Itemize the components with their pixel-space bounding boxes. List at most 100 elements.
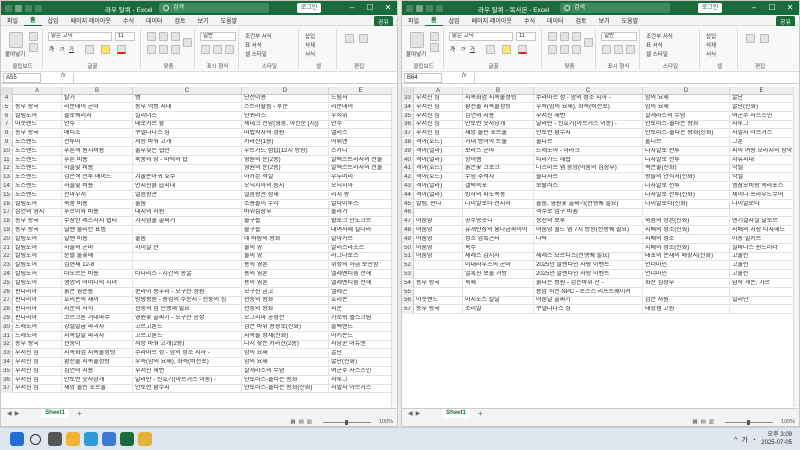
cell[interactable]: 부서진 섬: [414, 95, 463, 103]
cell[interactable]: 얼음왕관 성채: [242, 191, 329, 200]
cell[interactable]: 하이잘 산: [133, 244, 242, 253]
cell[interactable]: 줄구룹: [242, 227, 329, 235]
cell[interactable]: 부서진 해변: [534, 112, 643, 121]
row-number[interactable]: 42: [402, 174, 414, 183]
cell[interactable]: 복수: [463, 244, 534, 253]
cell[interactable]: 부서진 섬: [13, 385, 62, 394]
cell[interactable]: 세데크 전당(영웅, 아킨둔 [시]): [242, 121, 329, 130]
currency-icon[interactable]: [602, 45, 611, 54]
row-number[interactable]: 41: [402, 165, 414, 174]
sort-filter-icon[interactable]: [359, 34, 368, 43]
cell[interactable]: 동부 왕국: [414, 279, 463, 288]
cell[interactable]: 블랙핸드: [329, 323, 393, 332]
cell[interactable]: 오닉시아: [329, 183, 393, 191]
row-number[interactable]: 57: [402, 306, 414, 315]
merge-icon[interactable]: [584, 38, 593, 47]
cell[interactable]: 칼림도어: [13, 200, 62, 209]
number-format-select[interactable]: 일반: [601, 32, 637, 41]
cell[interactable]: 북풍의 땅 - 마력의 탑: [133, 156, 242, 165]
cell[interactable]: 용암 직전 NPC - 로스스 리프트웨이커: [534, 288, 643, 297]
cell[interactable]: 카라잔(1층): [242, 139, 329, 147]
sheet-nav-arrows-icon[interactable]: ◀▶: [7, 410, 22, 417]
zoom-slider[interactable]: [725, 420, 773, 425]
cell[interactable]: 울부짖는 협만: [133, 147, 242, 156]
cell[interactable]: 푸르미와 비룡: [62, 209, 133, 218]
cut-icon[interactable]: [29, 32, 38, 41]
cell[interactable]: 동부 왕국: [13, 341, 62, 350]
cell[interactable]: 굴단: [730, 95, 794, 103]
cell[interactable]: 부서진 섬: [13, 359, 62, 367]
cell[interactable]: 우직위: [329, 112, 393, 121]
tab-view[interactable]: 보기: [192, 16, 215, 25]
cell[interactable]: 대지의 사원: [133, 209, 242, 218]
cell[interactable]: 자유지대: [730, 156, 794, 165]
column-header-e[interactable]: E: [730, 87, 794, 95]
autosum-icon[interactable]: [345, 34, 354, 43]
sheet-nav-arrows-icon[interactable]: ◀▶: [408, 410, 423, 417]
percent-icon[interactable]: [614, 45, 623, 54]
maximize-icon[interactable]: ☐: [361, 1, 379, 15]
cell[interactable]: 우트가드 첨탑(12시 방향): [242, 147, 329, 156]
cell[interactable]: 알타이루스: [329, 200, 393, 209]
copy-icon[interactable]: [430, 43, 439, 52]
cell[interactable]: 타나리스 - 시간의 동굴: [133, 271, 242, 279]
cell[interactable]: 줄다자르: [534, 174, 643, 183]
cell[interactable]: 소용돌이 누각: [242, 200, 329, 209]
row-number[interactable]: 34: [402, 103, 414, 112]
cell[interactable]: 뱀: [133, 95, 242, 103]
cell[interactable]: 아웃랜드: [13, 121, 62, 130]
cell[interactable]: 북풍 비룡: [62, 200, 133, 209]
cell[interactable]: 라그나로스: [329, 253, 393, 262]
cell[interactable]: 격아(얼라): [414, 147, 463, 156]
row-number[interactable]: 46: [402, 209, 414, 218]
cell[interactable]: 저승 바워 고개(2층): [133, 341, 242, 350]
cell[interactable]: 리치 왕: [329, 191, 393, 200]
italic-icon[interactable]: 가: [59, 45, 64, 53]
cell[interactable]: 엘레곤: [329, 288, 393, 297]
cell[interactable]: 고불린: [730, 253, 794, 262]
cell[interactable]: 수라마르 성 - 밤의 성소 지하 -: [133, 350, 242, 359]
cell[interactable]: 칼림, 판다: [414, 200, 463, 209]
cell[interactable]: 부서진 섬: [414, 130, 463, 139]
row-number[interactable]: 29: [1, 315, 13, 323]
row-number[interactable]: 16: [1, 200, 13, 209]
cell[interactable]: 성소 암흑곤터: [463, 235, 534, 244]
cell[interactable]: [414, 262, 463, 271]
table-format-button[interactable]: 표 서식: [646, 41, 663, 49]
cell[interactable]: 지운의 자식: [62, 306, 133, 315]
cell[interactable]: 격아(호드): [414, 139, 463, 147]
cell[interactable]: 저승 바워 고개: [133, 139, 242, 147]
zoom-slider[interactable]: [323, 420, 371, 425]
cell[interactable]: 지옥화염 지옥불정령: [463, 95, 534, 103]
cell[interactable]: 안토러스-불타는 왕좌: [643, 121, 730, 130]
cell[interactable]: 울둠: [133, 200, 242, 209]
row-number[interactable]: 32: [1, 341, 13, 350]
view-buttons-icon[interactable]: ▦▤▥: [692, 419, 717, 425]
cell[interactable]: 부서진 해변: [133, 367, 242, 376]
cell[interactable]: 지옥칼날 파괴자: [62, 332, 133, 341]
zoom-level[interactable]: 100%: [781, 419, 795, 425]
cell[interactable]: [133, 227, 242, 235]
close-icon[interactable]: ✕: [781, 1, 799, 15]
row-number[interactable]: 17: [1, 209, 13, 218]
font-name-select[interactable]: 맑은 고딕: [449, 32, 513, 41]
cell[interactable]: 고르고론드: [133, 323, 242, 332]
cell[interactable]: 천둥의 왕좌: [242, 306, 329, 315]
row-number[interactable]: 50: [402, 244, 414, 253]
cell[interactable]: 재앙 불린 포르울: [62, 385, 133, 394]
cell[interactable]: [730, 288, 794, 297]
cell[interactable]: 다자알로 전투: [643, 183, 730, 191]
row-number[interactable]: 35: [1, 367, 13, 376]
tab-data[interactable]: 데이터: [140, 16, 169, 25]
cell[interactable]: 실바나스 윈드러너: [730, 244, 794, 253]
cell[interactable]: 일리단: [730, 297, 794, 306]
cell[interactable]: 아카본 석실: [242, 174, 329, 183]
cell[interactable]: 달라란 - 신호기(아르거스 이동) -: [133, 376, 242, 385]
row-number[interactable]: 33: [402, 95, 414, 103]
cell[interactable]: 날쌘 비룡: [62, 235, 133, 244]
cell[interactable]: 호리온: [329, 297, 393, 306]
cell[interactable]: 울라가: [329, 209, 393, 218]
cell[interactable]: 울둠: [133, 235, 242, 244]
align-left-icon[interactable]: [147, 45, 156, 54]
cell[interactable]: [643, 209, 730, 218]
